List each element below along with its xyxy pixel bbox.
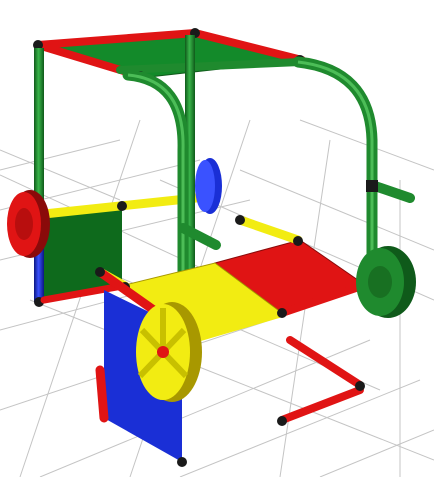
play-structure-illustration — [0, 28, 434, 477]
left-rear-post — [34, 48, 44, 307]
green-wheel — [356, 246, 416, 318]
yellow-wheel — [136, 302, 202, 402]
blue-wheel — [195, 158, 222, 214]
red-wheel — [7, 190, 50, 258]
